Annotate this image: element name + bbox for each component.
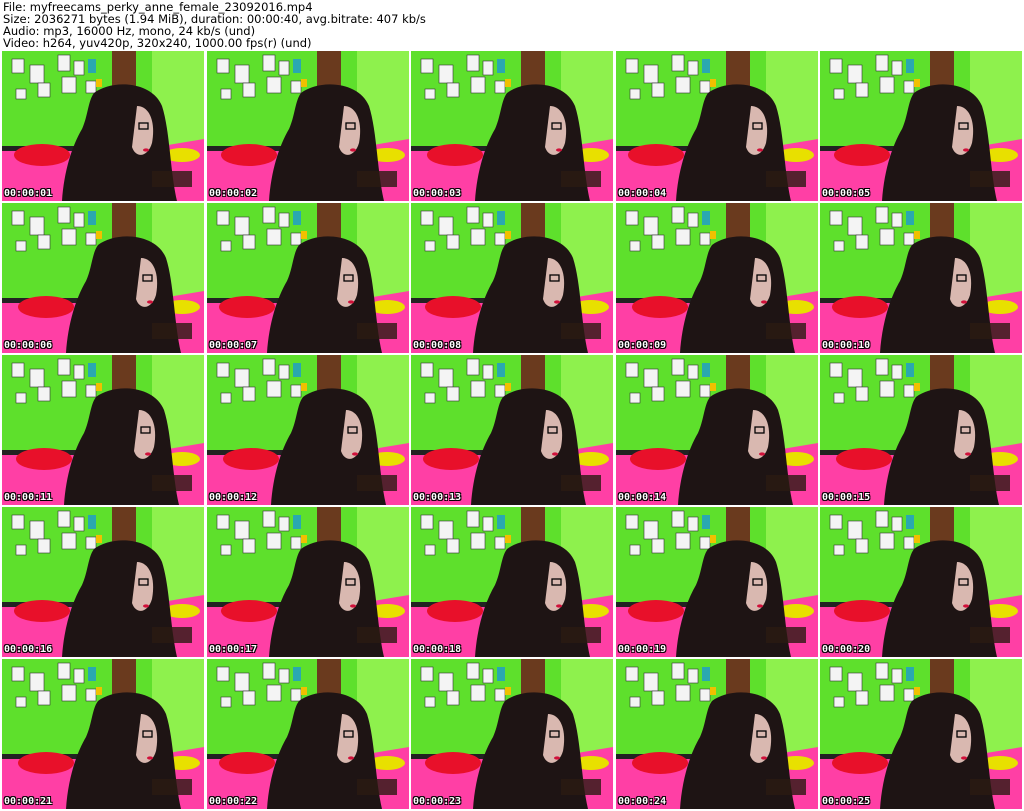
thumbnail-timestamp: 00:00:08 bbox=[413, 340, 462, 351]
thumbnail-timestamp: 00:00:05 bbox=[822, 188, 871, 199]
thumbnail-timestamp: 00:00:06 bbox=[4, 340, 53, 351]
thumbnail-timestamp: 00:00:12 bbox=[209, 492, 258, 503]
video-thumbnail: 00:00:14 bbox=[616, 355, 818, 505]
video-frame-image bbox=[616, 51, 818, 201]
video-frame-image bbox=[411, 203, 613, 353]
thumbnail-timestamp: 00:00:03 bbox=[413, 188, 462, 199]
video-frame-image bbox=[2, 659, 204, 809]
thumbnail-timestamp: 00:00:13 bbox=[413, 492, 462, 503]
thumbnail-timestamp: 00:00:16 bbox=[4, 644, 53, 655]
video-frame-image bbox=[2, 51, 204, 201]
video-thumbnail: 00:00:17 bbox=[207, 507, 409, 657]
thumbnail-timestamp: 00:00:23 bbox=[413, 796, 462, 807]
video-frame-image bbox=[207, 507, 409, 657]
thumbnail-timestamp: 00:00:01 bbox=[4, 188, 53, 199]
video-frame-image bbox=[820, 355, 1022, 505]
video-frame-image bbox=[411, 507, 613, 657]
video-thumbnail: 00:00:16 bbox=[2, 507, 204, 657]
video-thumbnail: 00:00:22 bbox=[207, 659, 409, 809]
video-frame-image bbox=[820, 507, 1022, 657]
video-info: Video: h264, yuv420p, 320x240, 1000.00 f… bbox=[3, 36, 312, 50]
thumbnail-timestamp: 00:00:07 bbox=[209, 340, 258, 351]
video-frame-image bbox=[616, 203, 818, 353]
thumbnail-timestamp: 00:00:22 bbox=[209, 796, 258, 807]
video-thumbnail: 00:00:11 bbox=[2, 355, 204, 505]
thumbnail-timestamp: 00:00:11 bbox=[4, 492, 53, 503]
video-frame-image bbox=[2, 203, 204, 353]
thumbnail-timestamp: 00:00:09 bbox=[618, 340, 667, 351]
video-thumbnail: 00:00:15 bbox=[820, 355, 1022, 505]
video-frame-image bbox=[2, 507, 204, 657]
video-frame-image bbox=[207, 203, 409, 353]
thumbnail-timestamp: 00:00:14 bbox=[618, 492, 667, 503]
thumbnail-timestamp: 00:00:02 bbox=[209, 188, 258, 199]
video-frame-image bbox=[207, 51, 409, 201]
video-frame-image bbox=[411, 51, 613, 201]
thumbnail-timestamp: 00:00:21 bbox=[4, 796, 53, 807]
thumbnail-timestamp: 00:00:17 bbox=[209, 644, 258, 655]
video-thumbnail: 00:00:01 bbox=[2, 51, 204, 201]
thumbnail-grid: 00:00:01 00:00:02 00:00:03 00:00:04 00:0… bbox=[2, 51, 1022, 811]
thumbnail-timestamp: 00:00:24 bbox=[618, 796, 667, 807]
video-thumbnail: 00:00:05 bbox=[820, 51, 1022, 201]
video-thumbnail: 00:00:23 bbox=[411, 659, 613, 809]
video-frame-image bbox=[820, 51, 1022, 201]
video-thumbnail: 00:00:02 bbox=[207, 51, 409, 201]
video-frame-image bbox=[616, 355, 818, 505]
thumbnail-timestamp: 00:00:10 bbox=[822, 340, 871, 351]
video-thumbnail: 00:00:10 bbox=[820, 203, 1022, 353]
thumbnail-timestamp: 00:00:04 bbox=[618, 188, 667, 199]
video-frame-image bbox=[820, 659, 1022, 809]
thumbnail-timestamp: 00:00:15 bbox=[822, 492, 871, 503]
video-thumbnail: 00:00:07 bbox=[207, 203, 409, 353]
thumbnail-timestamp: 00:00:18 bbox=[413, 644, 462, 655]
video-frame-image bbox=[411, 355, 613, 505]
video-thumbnail: 00:00:06 bbox=[2, 203, 204, 353]
file-info: File: myfreecams_perky_anne_female_23092… bbox=[3, 1, 426, 49]
video-thumbnail: 00:00:08 bbox=[411, 203, 613, 353]
video-frame-image bbox=[616, 659, 818, 809]
thumbnail-timestamp: 00:00:25 bbox=[822, 796, 871, 807]
video-thumbnail: 00:00:04 bbox=[616, 51, 818, 201]
thumbnail-timestamp: 00:00:20 bbox=[822, 644, 871, 655]
video-thumbnail: 00:00:12 bbox=[207, 355, 409, 505]
video-thumbnail: 00:00:19 bbox=[616, 507, 818, 657]
video-frame-image bbox=[616, 507, 818, 657]
video-thumbnail: 00:00:20 bbox=[820, 507, 1022, 657]
video-frame-image bbox=[2, 355, 204, 505]
video-frame-image bbox=[411, 659, 613, 809]
video-thumbnail: 00:00:25 bbox=[820, 659, 1022, 809]
video-frame-image bbox=[820, 203, 1022, 353]
video-thumbnail: 00:00:03 bbox=[411, 51, 613, 201]
video-frame-image bbox=[207, 355, 409, 505]
video-thumbnail: 00:00:13 bbox=[411, 355, 613, 505]
video-frame-image bbox=[207, 659, 409, 809]
thumbnail-timestamp: 00:00:19 bbox=[618, 644, 667, 655]
video-thumbnail: 00:00:24 bbox=[616, 659, 818, 809]
video-thumbnail: 00:00:09 bbox=[616, 203, 818, 353]
video-thumbnail: 00:00:21 bbox=[2, 659, 204, 809]
video-thumbnail: 00:00:18 bbox=[411, 507, 613, 657]
